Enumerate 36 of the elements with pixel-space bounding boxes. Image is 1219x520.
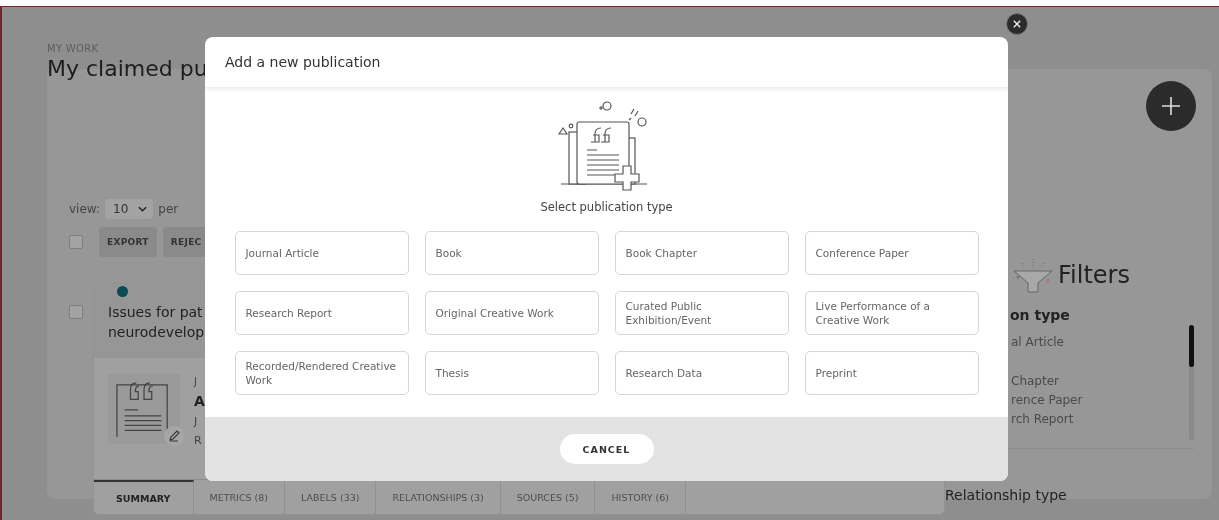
detail-text: J bbox=[194, 415, 199, 428]
pencil-icon[interactable] bbox=[164, 426, 184, 446]
publication-type-option[interactable]: Live Performance of a Creative Work bbox=[804, 291, 979, 335]
filters-title: Filters bbox=[1058, 261, 1130, 289]
status-dot-icon bbox=[117, 286, 128, 297]
dialog-title: Add a new publication bbox=[225, 54, 381, 70]
dialog-prompt: Select publication type bbox=[540, 200, 673, 214]
publication-type-option[interactable]: Preprint bbox=[804, 351, 979, 395]
publication-type-option[interactable]: Book bbox=[424, 231, 599, 275]
select-all-checkbox[interactable] bbox=[69, 235, 83, 249]
chevron-down-icon bbox=[138, 206, 148, 212]
publication-type-option[interactable]: Book Chapter bbox=[614, 231, 789, 275]
publication-type-option[interactable]: Recorded/Rendered Creative Work bbox=[234, 351, 409, 395]
cancel-button[interactable]: CANCEL bbox=[559, 434, 654, 464]
publication-type-option[interactable]: Curated Public Exhibition/Event bbox=[614, 291, 789, 335]
scrollbar[interactable] bbox=[1189, 325, 1194, 440]
detail-text: R bbox=[194, 434, 203, 447]
card-tab[interactable]: SUMMARY bbox=[94, 480, 194, 514]
close-icon bbox=[1013, 20, 1021, 28]
action-button[interactable]: EXPORT bbox=[99, 227, 157, 257]
publication-type-option[interactable]: Research Data bbox=[614, 351, 789, 395]
publication-type-option[interactable]: Journal Article bbox=[234, 231, 409, 275]
publication-type-option[interactable]: Research Report bbox=[234, 291, 409, 335]
publication-type-option[interactable]: Thesis bbox=[424, 351, 599, 395]
filter-heading: on type bbox=[1009, 307, 1071, 323]
per-page-select[interactable]: 10 bbox=[105, 199, 154, 219]
plus-icon bbox=[1161, 96, 1181, 116]
per-page-label: per bbox=[158, 202, 179, 216]
detail-text: J bbox=[194, 376, 198, 387]
filter-heading: Relationship type bbox=[945, 486, 1068, 503]
publication-type-option[interactable]: Original Creative Work bbox=[424, 291, 599, 335]
close-button[interactable] bbox=[1006, 13, 1028, 35]
view-label: view: bbox=[69, 202, 101, 216]
detail-text: A bbox=[194, 393, 205, 409]
item-checkbox[interactable] bbox=[69, 305, 83, 319]
publication-type-option[interactable]: Conference Paper bbox=[804, 231, 979, 275]
